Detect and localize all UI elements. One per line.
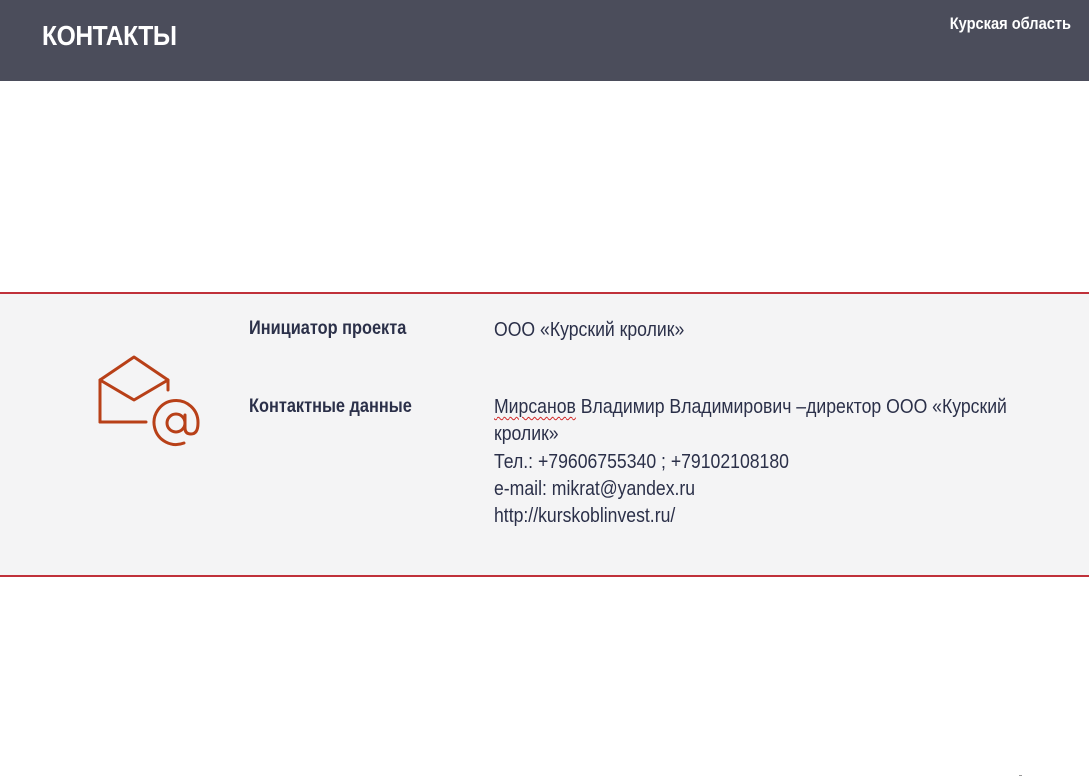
mail-at-icon bbox=[96, 354, 204, 448]
contact-website-link[interactable]: http://kurskoblinvest.ru/ bbox=[494, 502, 1027, 529]
contact-person-continued: кролик» bbox=[494, 422, 559, 446]
region-label: Курская область bbox=[949, 14, 1071, 33]
contact-surname: Мирсанов bbox=[494, 395, 576, 418]
contact-email[interactable]: e-mail: mikrat@yandex.ru bbox=[494, 475, 1027, 502]
page-title: КОНТАКТЫ bbox=[42, 20, 177, 51]
initiator-label: Инициатор проекта bbox=[249, 318, 407, 339]
contact-person-rest: Владимир Владимирович –директор ООО «Кур… bbox=[575, 395, 1007, 418]
contact-phone: Тел.: +79606755340 ; +79102108180 bbox=[494, 449, 789, 473]
header-bar: КОНТАКТЫ Курская область bbox=[0, 0, 1089, 81]
contacts-band: Инициатор проекта ООО «Курский кролик» К… bbox=[0, 292, 1089, 577]
initiator-value: ООО «Курский кролик» bbox=[494, 318, 685, 341]
contact-data-value: Мирсанов Владимир Владимирович –директор… bbox=[494, 393, 1027, 529]
contact-data-label: Контактные данные bbox=[249, 396, 412, 417]
contact-person-line: Мирсанов Владимир Владимирович –директор… bbox=[494, 393, 1027, 420]
footer-mark bbox=[1019, 775, 1022, 776]
